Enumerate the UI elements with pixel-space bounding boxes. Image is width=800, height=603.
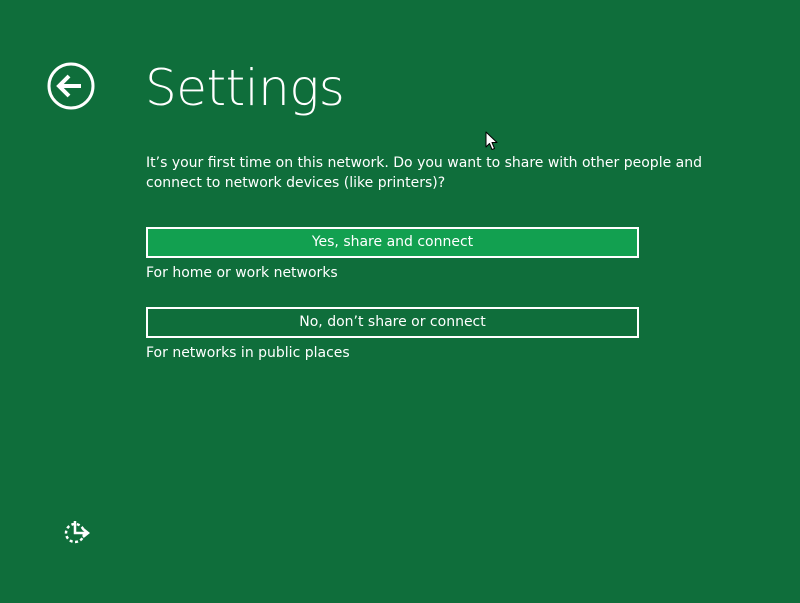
dont-share-description: For networks in public places	[146, 345, 350, 361]
mouse-pointer-icon	[485, 131, 498, 150]
ease-of-access-icon	[64, 521, 91, 544]
network-sharing-prompt: It’s your first time on this network. Do…	[146, 155, 702, 191]
ease-of-access-button[interactable]	[63, 519, 91, 545]
back-arrow-icon	[47, 62, 95, 110]
share-and-connect-button[interactable]: Yes, share and connect	[146, 227, 639, 258]
dont-share-button[interactable]: No, don’t share or connect	[146, 307, 639, 338]
page-title: Settings	[145, 59, 345, 117]
back-button[interactable]	[47, 62, 95, 110]
share-and-connect-description: For home or work networks	[146, 265, 338, 281]
